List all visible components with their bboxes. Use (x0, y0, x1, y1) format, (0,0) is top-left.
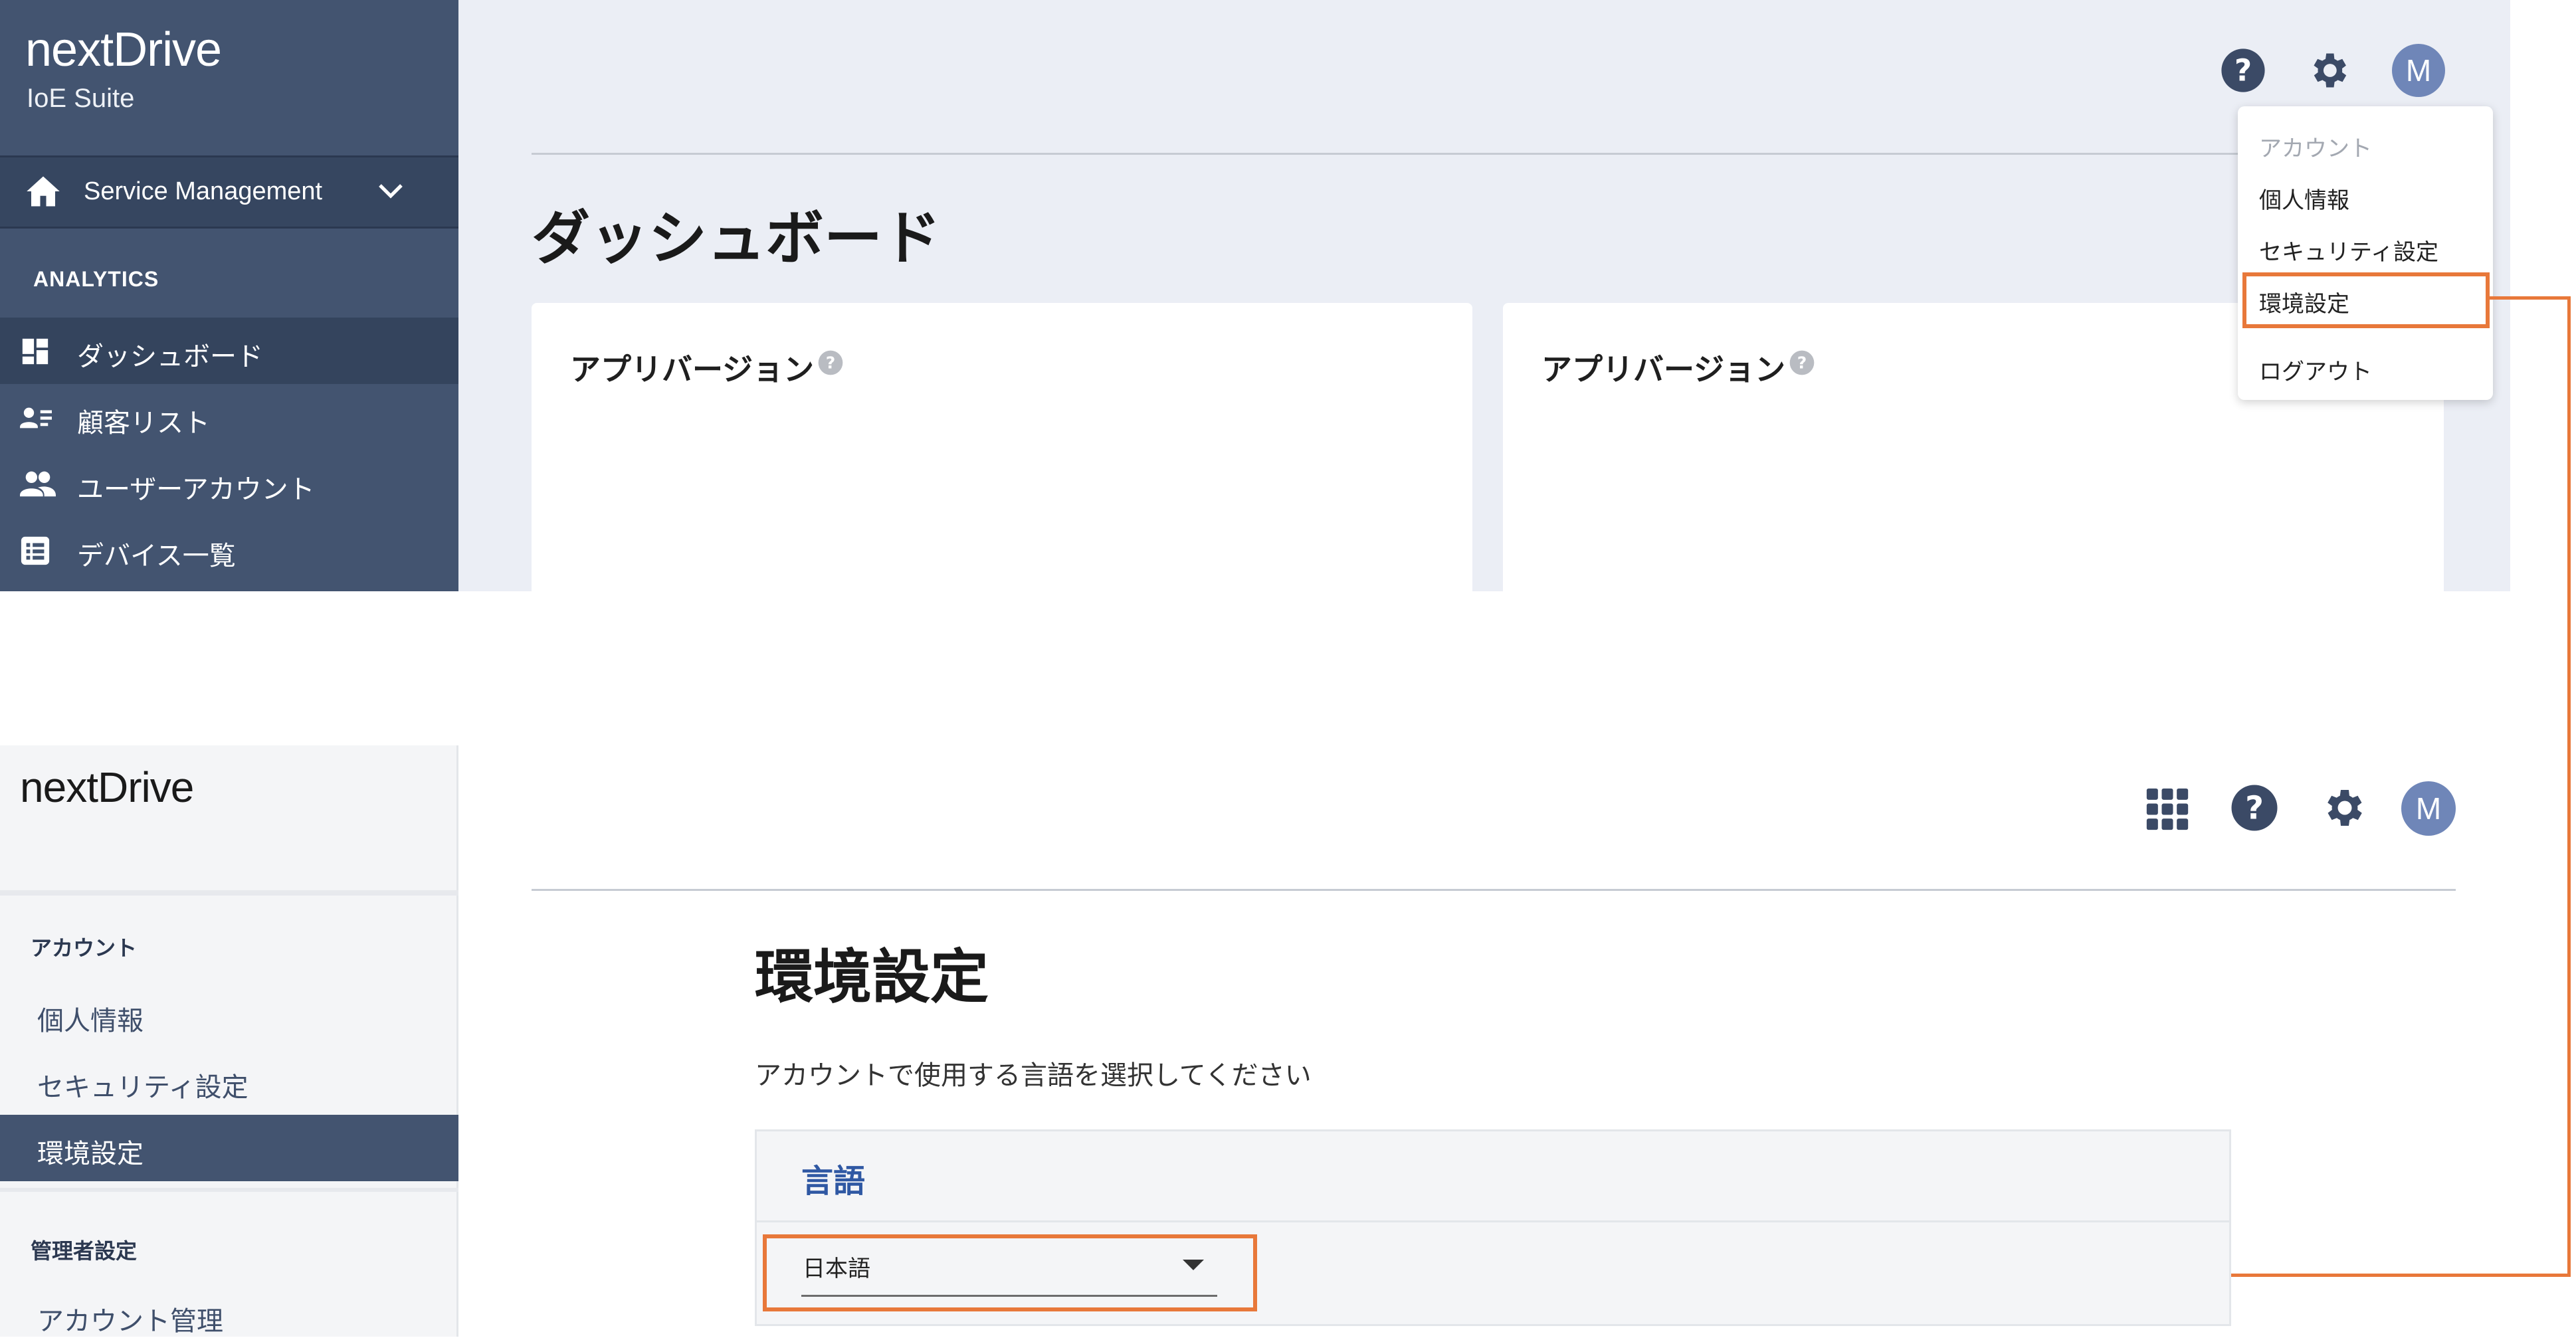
customer-list-icon (20, 403, 53, 436)
sidebar-item-label: 個人情報 (37, 1006, 144, 1036)
admin-section-heading: 管理者設定 (31, 1238, 138, 1264)
help-icon[interactable]: ? (2230, 784, 2278, 834)
page-title: 環境設定 (755, 943, 989, 1011)
sidebar-item-preferences[interactable]: 環境設定 (0, 1115, 458, 1181)
card-title: アプリバージョン (570, 351, 815, 387)
suite-label: IoE Suite (27, 84, 135, 113)
menu-item-personal-info[interactable]: 個人情報 (2259, 182, 2349, 215)
connector-line (2567, 296, 2571, 1277)
sidebar-item-label: ユーザーアカウント (77, 474, 315, 505)
svg-text:?: ? (2234, 53, 2252, 88)
help-icon[interactable]: ? (1789, 349, 1815, 379)
chevron-down-icon[interactable] (377, 181, 404, 203)
gear-icon[interactable] (2306, 48, 2351, 96)
sidebar-divider (0, 890, 458, 896)
page-title: ダッシュボード (532, 204, 941, 272)
svg-text:?: ? (1797, 353, 1807, 372)
sidebar-item-account-management[interactable]: アカウント管理 (0, 1284, 458, 1337)
dashboard-icon (20, 336, 50, 369)
service-management-menu[interactable]: Service Management (0, 155, 458, 229)
analytics-heading: ANALYTICS (33, 267, 159, 291)
avatar[interactable]: M (2392, 44, 2445, 97)
sidebar-item-dashboard[interactable]: ダッシュボード (0, 318, 458, 384)
header-divider (532, 153, 2485, 155)
highlight-box (763, 1234, 1257, 1311)
menu-item-logout[interactable]: ログアウト (2259, 353, 2372, 386)
app-version-card: アプリバージョン ? (532, 303, 1472, 591)
sidebar-divider (0, 1188, 458, 1192)
highlight-box (2242, 272, 2490, 328)
help-icon[interactable]: ? (2221, 48, 2266, 96)
header-divider (532, 889, 2456, 891)
sidebar: nextDrive IoE Suite Service Management A… (0, 0, 458, 591)
language-heading: 言語 (801, 1163, 866, 1200)
nextdrive-logo: nextDrive (25, 23, 222, 76)
avatar[interactable]: M (2401, 781, 2456, 836)
users-icon (20, 469, 56, 501)
sidebar-item-devices[interactable]: デバイス一覧 (0, 517, 458, 583)
device-list-icon (20, 535, 50, 569)
language-card-header (755, 1129, 2231, 1222)
sidebar-item-label: 環境設定 (37, 1139, 144, 1169)
connector-line (2490, 296, 2571, 300)
sidebar-item-label: ダッシュボード (77, 341, 263, 372)
account-dropdown-menu: アカウント 個人情報 セキュリティ設定 環境設定 ログアウト (2238, 106, 2493, 400)
page-description: アカウントで使用する言語を選択してください (755, 1060, 1312, 1091)
menu-item-security[interactable]: セキュリティ設定 (2259, 234, 2438, 266)
sidebar-item-label: セキュリティ設定 (37, 1072, 248, 1103)
sidebar-item-label: アカウント管理 (37, 1306, 223, 1337)
nextdrive-logo: nextDrive (20, 763, 194, 811)
apps-grid-icon[interactable] (2145, 787, 2190, 834)
menu-heading: アカウント (2259, 136, 2372, 162)
dashboard-screen: nextDrive IoE Suite Service Management A… (0, 0, 2510, 591)
svg-text:?: ? (826, 353, 836, 372)
sidebar-item-personal-info[interactable]: 個人情報 (0, 982, 458, 1048)
account-section-heading: アカウント (31, 935, 138, 961)
sidebar-item-label: デバイス一覧 (77, 541, 236, 571)
home-icon (25, 175, 61, 211)
help-icon[interactable]: ? (817, 349, 844, 379)
card-title: アプリバージョン (1541, 351, 1786, 387)
service-management-label: Service Management (84, 177, 323, 205)
sidebar-item-customers[interactable]: 顧客リスト (0, 384, 458, 450)
sidebar-item-user-accounts[interactable]: ユーザーアカウント (0, 450, 458, 517)
sidebar-item-label: 顧客リスト (77, 408, 210, 438)
sidebar-item-security[interactable]: セキュリティ設定 (0, 1048, 458, 1115)
svg-text:?: ? (2245, 790, 2264, 827)
gear-icon[interactable] (2319, 784, 2367, 834)
